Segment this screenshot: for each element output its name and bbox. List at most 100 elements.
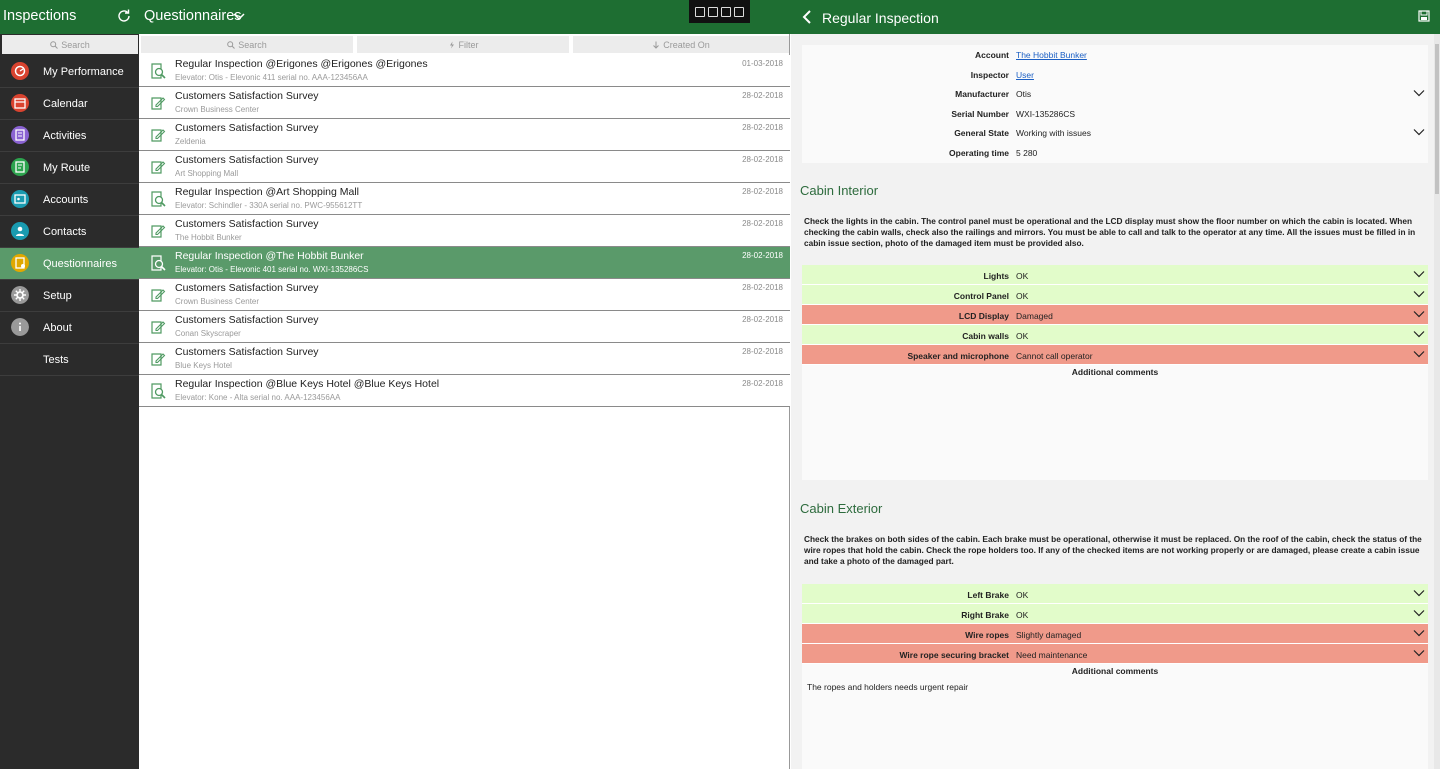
sort-button[interactable]: Created On: [573, 36, 789, 53]
question-answer: OK: [1016, 291, 1029, 301]
answer-dropdown-icon[interactable]: [1413, 629, 1425, 637]
debug-tool-icon[interactable]: [694, 6, 705, 17]
question-row-wire-rope-securing-bracket[interactable]: Wire rope securing bracket Need maintenan…: [802, 644, 1428, 664]
questionnaire-list-pane: Search Filter Created On Regular Inspect…: [139, 34, 790, 769]
question-row-wire-ropes[interactable]: Wire ropes Slightly damaged: [802, 624, 1428, 644]
sidebar-item-activities[interactable]: Activities: [0, 120, 139, 152]
question-label: Wire ropes: [965, 630, 1009, 640]
list-item[interactable]: Regular Inspection @Erigones @Erigones @…: [139, 55, 790, 87]
sidebar-item-calendar[interactable]: Calendar: [0, 88, 139, 120]
info-label: Operating time: [949, 148, 1009, 158]
info-row-general-state[interactable]: General State Working with issues: [802, 123, 1428, 142]
sidebar-item-my-performance[interactable]: My Performance: [0, 56, 139, 88]
list-item[interactable]: Regular Inspection @The Hobbit Bunker Ele…: [139, 247, 790, 279]
search-icon: [50, 40, 59, 49]
answer-dropdown-icon[interactable]: [1413, 310, 1425, 318]
list-item[interactable]: Customers Satisfaction Survey Art Shoppin…: [139, 151, 790, 183]
back-arrow-icon[interactable]: [800, 9, 814, 25]
info-label: Serial Number: [951, 108, 1009, 119]
chevron-down-icon[interactable]: [1413, 128, 1425, 136]
answer-dropdown-icon[interactable]: [1413, 589, 1425, 597]
inspection-magnifier-icon: [151, 191, 166, 207]
sidebar-item-setup[interactable]: Setup: [0, 280, 139, 312]
answer-dropdown-icon[interactable]: [1413, 270, 1425, 278]
refresh-icon[interactable]: [116, 8, 132, 24]
additional-comments-field[interactable]: [802, 379, 1428, 387]
question-row-cabin-walls[interactable]: Cabin walls OK: [802, 325, 1428, 345]
section-description: Check the brakes on both sides of the ca…: [804, 534, 1422, 566]
answer-dropdown-icon[interactable]: [1413, 609, 1425, 617]
question-row-right-brake[interactable]: Right Brake OK: [802, 604, 1428, 624]
sidebar-item-tests[interactable]: Tests: [0, 344, 139, 376]
list-item[interactable]: Regular Inspection @Blue Keys Hotel @Blu…: [139, 375, 790, 407]
info-value-link[interactable]: User: [1016, 70, 1034, 80]
list-item[interactable]: Customers Satisfaction Survey Zeldenia 28-…: [139, 119, 790, 151]
scrollbar-thumb[interactable]: [1435, 44, 1439, 194]
sidebar-item-contacts[interactable]: Contacts: [0, 216, 139, 248]
list-item-date: 28-02-2018: [742, 379, 783, 388]
sidebar-item-accounts[interactable]: Accounts: [0, 184, 139, 216]
info-row-manufacturer[interactable]: Manufacturer Otis: [802, 84, 1428, 103]
sidebar-item-about[interactable]: About: [0, 312, 139, 344]
list-item[interactable]: Customers Satisfaction Survey Crown Busin…: [139, 87, 790, 119]
sidebar-item-my-route[interactable]: My Route: [0, 152, 139, 184]
info-value-link[interactable]: The Hobbit Bunker: [1016, 50, 1087, 60]
question-row-left-brake[interactable]: Left Brake OK: [802, 584, 1428, 604]
answer-dropdown-icon[interactable]: [1413, 290, 1425, 298]
question-answer: Need maintenance: [1016, 650, 1088, 660]
info-label: General State: [954, 128, 1009, 139]
filter-icon: [449, 41, 454, 48]
survey-edit-icon: [151, 289, 166, 302]
activities-icon: [11, 126, 29, 144]
list-item-title: Customers Satisfaction Survey: [175, 154, 319, 166]
filter-button[interactable]: Filter: [357, 36, 569, 53]
section-selector[interactable]: Questionnaires: [144, 8, 242, 24]
question-answer: OK: [1016, 331, 1029, 341]
debug-tool-icon[interactable]: [721, 6, 732, 17]
debug-tool-icon[interactable]: [707, 6, 718, 17]
sidebar-nav: My Performance Calendar Activities My Route…: [0, 56, 139, 376]
list-item-subtitle: Blue Keys Hotel: [175, 361, 232, 370]
chevron-down-icon[interactable]: [1413, 89, 1425, 97]
question-answer: Cannot call operator: [1016, 351, 1093, 361]
debug-toolbar[interactable]: [689, 0, 750, 23]
info-label: Manufacturer: [955, 89, 1009, 100]
list-item[interactable]: Customers Satisfaction Survey Conan Skysc…: [139, 311, 790, 343]
answer-dropdown-icon[interactable]: [1413, 330, 1425, 338]
list-item-date: 01-03-2018: [742, 59, 783, 68]
question-answer: OK: [1016, 610, 1029, 620]
chevron-down-icon[interactable]: [232, 10, 246, 24]
list-item-subtitle: Crown Business Center: [175, 297, 260, 306]
sort-down-icon: [653, 41, 660, 49]
sidebar-item-questionnaires[interactable]: Questionnaires: [0, 248, 139, 280]
survey-edit-icon: [151, 321, 166, 334]
answer-dropdown-icon[interactable]: [1413, 350, 1425, 358]
section-title-cabin-interior: Cabin Interior: [800, 183, 879, 198]
detail-scrollbar[interactable]: [1434, 34, 1440, 769]
question-row-control-panel[interactable]: Control Panel OK: [802, 285, 1428, 305]
sidebar-item-label: Contacts: [43, 226, 87, 238]
list-item-date: 28-02-2018: [742, 283, 783, 292]
list-item[interactable]: Regular Inspection @Art Shopping Mall Ele…: [139, 183, 790, 215]
additional-comments-field[interactable]: The ropes and holders needs urgent repai…: [802, 678, 1428, 696]
list-item[interactable]: Customers Satisfaction Survey Crown Busin…: [139, 279, 790, 311]
list-item[interactable]: Customers Satisfaction Survey The Hobbit …: [139, 215, 790, 247]
list-search-input[interactable]: Search: [141, 36, 353, 53]
debug-tool-icon[interactable]: [734, 6, 745, 17]
list-item-title: Customers Satisfaction Survey: [175, 282, 319, 294]
list-item-date: 28-02-2018: [742, 187, 783, 196]
list-item-subtitle: Elevator: Otis - Elevonic 401 serial no.…: [175, 265, 369, 274]
sidebar-search-input[interactable]: Search: [2, 35, 138, 54]
question-row-lights[interactable]: Lights OK: [802, 265, 1428, 285]
list-item[interactable]: Customers Satisfaction Survey Blue Keys H…: [139, 343, 790, 375]
sidebar-search-placeholder: Search: [61, 39, 90, 50]
search-icon: [227, 40, 236, 49]
save-icon[interactable]: [1418, 10, 1430, 22]
list-item-date: 28-02-2018: [742, 315, 783, 324]
question-block-cabin-interior: Lights OK Control Panel OK LCD Display Damage…: [802, 265, 1428, 480]
answer-dropdown-icon[interactable]: [1413, 649, 1425, 657]
additional-comments-label: Additional comments: [1071, 666, 1159, 676]
question-row-lcd-display[interactable]: LCD Display Damaged: [802, 305, 1428, 325]
sidebar-item-label: Accounts: [43, 194, 89, 206]
question-row-speaker-and-microphone[interactable]: Speaker and microphone Cannot call operat…: [802, 345, 1428, 365]
